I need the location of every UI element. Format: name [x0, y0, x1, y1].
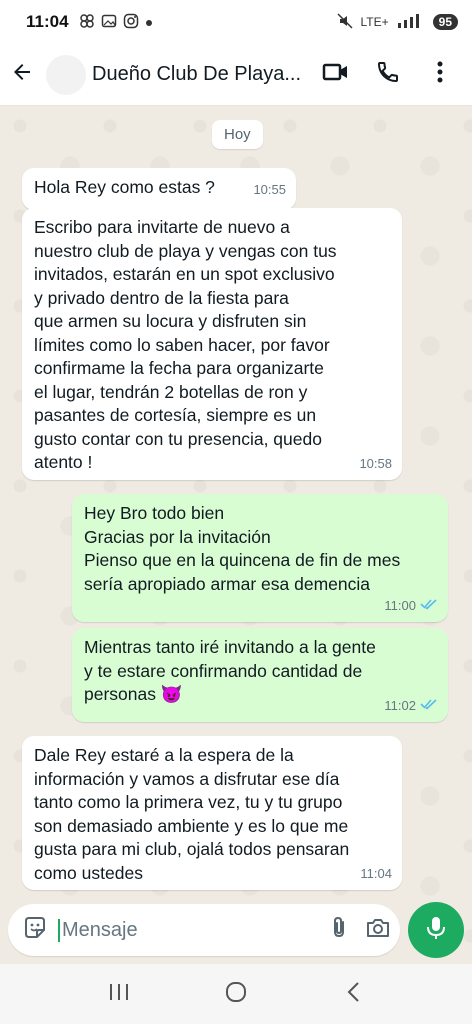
message-bubble-incoming[interactable]: Hola Rey como estas ? 10:55: [22, 168, 296, 210]
voice-call-button[interactable]: [372, 59, 404, 91]
dot-icon: [145, 15, 153, 30]
attach-button[interactable]: [327, 915, 351, 945]
chat-header: Dueño Club De Playa...: [0, 44, 472, 106]
message-text: Hola Rey como estas ?: [34, 177, 215, 197]
read-ticks-icon: [420, 694, 438, 718]
chevron-left-icon: [346, 981, 360, 1008]
status-time: 11:04: [26, 12, 69, 31]
voice-message-button[interactable]: [408, 902, 464, 958]
message-time: 11:02: [384, 697, 416, 713]
paperclip-icon: [327, 915, 351, 946]
mute-icon: [336, 12, 353, 32]
more-vert-icon: [436, 60, 444, 89]
message-time: 11:04: [360, 865, 392, 881]
message-text: Hey Bro todo bien Gracias por la invitac…: [84, 503, 401, 594]
message-bubble-incoming[interactable]: Dale Rey estaré a la espera de la inform…: [22, 736, 402, 890]
microphone-icon: [425, 915, 447, 946]
recent-apps-button[interactable]: [99, 974, 139, 1014]
camera-button[interactable]: [365, 915, 391, 945]
network-type: LTE+: [360, 15, 389, 29]
message-text: Dale Rey estaré a la espera de la inform…: [34, 745, 350, 883]
nav-back-button[interactable]: [333, 974, 373, 1014]
home-button[interactable]: [216, 974, 256, 1014]
status-bar: 11:04 LTE+ 95: [0, 0, 472, 44]
video-call-button[interactable]: [320, 59, 352, 91]
message-composer: [0, 896, 472, 964]
signal-icon: [397, 13, 425, 31]
message-bubble-outgoing[interactable]: Mientras tanto iré invitando a la gente …: [72, 628, 448, 722]
sticker-button[interactable]: [22, 915, 48, 945]
message-time: 10:58: [359, 455, 392, 471]
message-input-container: [8, 904, 400, 956]
message-time: 11:00: [384, 597, 416, 613]
avatar[interactable]: [46, 54, 86, 95]
contact-name[interactable]: Dueño Club De Playa...: [92, 63, 312, 86]
recents-icon: [108, 982, 130, 1007]
sticker-icon: [22, 915, 48, 946]
phone-icon: [376, 60, 400, 89]
back-button[interactable]: [2, 55, 42, 95]
pinwheel-icon: [79, 13, 95, 32]
message-text: Mientras tanto iré invitando a la gente …: [84, 637, 376, 704]
battery-icon: 95: [432, 14, 458, 30]
message-time: 10:55: [253, 182, 286, 197]
home-icon: [225, 981, 247, 1008]
message-input[interactable]: [58, 918, 327, 942]
message-bubble-incoming[interactable]: Escribo para invitarte de nuevo a nuestr…: [22, 208, 402, 480]
gallery-icon: [101, 13, 117, 32]
date-chip: Hoy: [212, 120, 263, 149]
message-text: Escribo para invitarte de nuevo a nuestr…: [34, 217, 337, 472]
back-arrow-icon: [10, 60, 34, 89]
instagram-icon: [123, 13, 139, 32]
camera-icon: [365, 916, 391, 945]
chat-area[interactable]: Hoy Hola Rey como estas ? 10:55 Escribo …: [0, 106, 472, 964]
message-bubble-outgoing[interactable]: Hey Bro todo bien Gracias por la invitac…: [72, 494, 448, 622]
system-nav-bar: [0, 964, 472, 1024]
more-options-button[interactable]: [424, 59, 456, 91]
read-ticks-icon: [420, 594, 438, 618]
video-call-icon: [322, 61, 350, 88]
